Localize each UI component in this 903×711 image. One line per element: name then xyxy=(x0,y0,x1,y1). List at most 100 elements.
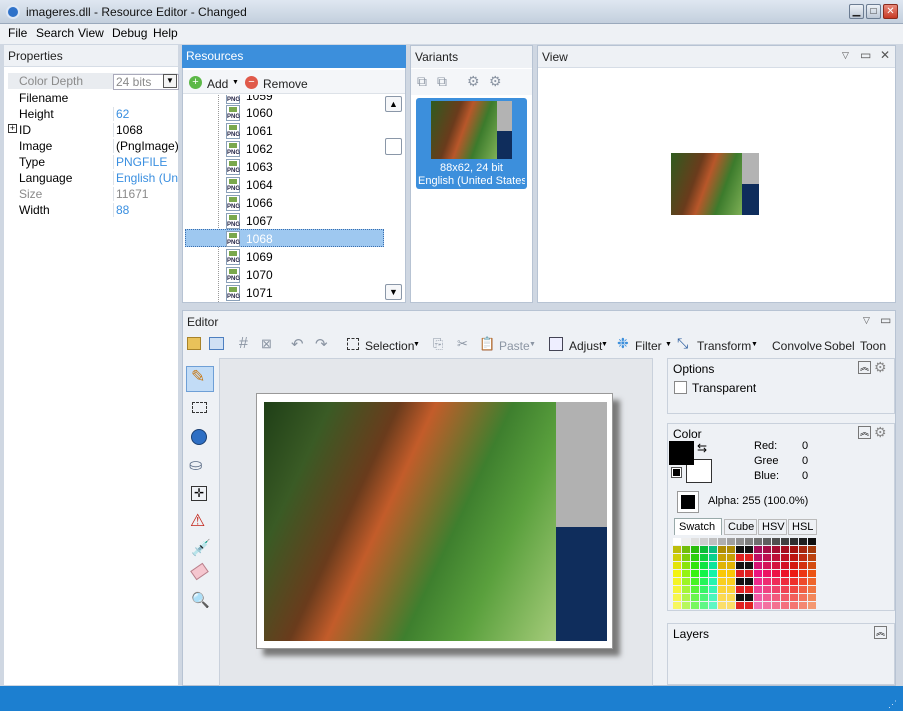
reset-colors-icon[interactable] xyxy=(671,467,682,478)
color-swatch[interactable] xyxy=(808,578,816,585)
color-swatch[interactable] xyxy=(790,602,798,609)
swap-colors-icon[interactable]: ⇆ xyxy=(697,441,707,455)
color-swatch[interactable] xyxy=(808,570,816,577)
color-swatch[interactable] xyxy=(790,570,798,577)
property-row-size[interactable]: Size 11671 xyxy=(8,186,178,202)
color-swatch[interactable] xyxy=(718,554,726,561)
scrollbar-thumb[interactable] xyxy=(385,138,402,155)
copy-to-icon[interactable] xyxy=(209,337,224,350)
color-swatch[interactable] xyxy=(691,538,699,545)
color-swatch[interactable] xyxy=(718,578,726,585)
list-item[interactable]: PNG 1063 xyxy=(226,158,384,176)
color-swatch[interactable] xyxy=(718,602,726,609)
close-panel-icon[interactable]: ✕ xyxy=(880,48,890,62)
color-swatch[interactable] xyxy=(727,562,735,569)
color-swatch[interactable] xyxy=(718,562,726,569)
property-row-color-depth[interactable]: Color Depth 24 bits ▼ xyxy=(8,73,179,90)
color-swatch[interactable] xyxy=(700,602,708,609)
rect-select-icon[interactable] xyxy=(192,402,207,413)
color-swatch[interactable] xyxy=(790,554,798,561)
color-swatch[interactable] xyxy=(709,594,717,601)
color-swatch[interactable] xyxy=(763,594,771,601)
color-swatch[interactable] xyxy=(799,594,807,601)
color-swatch[interactable] xyxy=(700,586,708,593)
color-swatch[interactable] xyxy=(772,538,780,545)
color-swatch[interactable] xyxy=(781,538,789,545)
color-swatch[interactable] xyxy=(799,570,807,577)
color-swatch[interactable] xyxy=(754,602,762,609)
variant-item[interactable]: 88x62, 24 bit English (United States) xyxy=(416,98,527,189)
color-swatch[interactable] xyxy=(673,546,681,553)
color-swatch[interactable] xyxy=(673,602,681,609)
color-swatch[interactable] xyxy=(691,586,699,593)
color-swatch[interactable] xyxy=(772,546,780,553)
undo-icon[interactable]: ↶ xyxy=(291,335,304,353)
chevron-down-icon[interactable]: ▽ xyxy=(842,50,849,61)
color-swatch[interactable] xyxy=(709,586,717,593)
toon-button[interactable]: Toon xyxy=(860,339,886,353)
color-swatch[interactable] xyxy=(673,562,681,569)
color-swatch[interactable] xyxy=(727,578,735,585)
color-swatch[interactable] xyxy=(700,570,708,577)
color-swatch[interactable] xyxy=(772,554,780,561)
chevron-down-icon[interactable]: ▼ xyxy=(751,341,758,348)
color-swatch[interactable] xyxy=(682,562,690,569)
canvas-area[interactable] xyxy=(219,358,653,686)
color-swatch[interactable] xyxy=(727,554,735,561)
color-swatch[interactable] xyxy=(745,554,753,561)
color-swatch[interactable] xyxy=(727,586,735,593)
pencil-icon[interactable]: ✎ xyxy=(191,367,205,387)
property-row-id[interactable]: + ID 1068 xyxy=(8,122,178,138)
expand-icon[interactable]: + xyxy=(8,124,17,133)
transform-button[interactable]: Transform xyxy=(697,339,751,353)
copy-icon[interactable]: ⎘ xyxy=(433,336,443,352)
property-row-language[interactable]: Language English (United States) xyxy=(8,170,178,186)
color-swatch[interactable] xyxy=(682,538,690,545)
eyedropper-icon[interactable]: 💉 xyxy=(191,538,211,558)
color-swatch[interactable] xyxy=(745,562,753,569)
color-swatch[interactable] xyxy=(709,554,717,561)
color-swatch[interactable] xyxy=(673,554,681,561)
chevron-down-icon[interactable]: ▼ xyxy=(665,341,672,348)
gear-icon[interactable]: ⚙ xyxy=(874,424,887,441)
color-swatch[interactable] xyxy=(772,578,780,585)
cut-icon[interactable]: ✂ xyxy=(457,336,468,352)
filter-button[interactable]: Filter xyxy=(635,339,662,353)
chevron-down-icon[interactable]: ▼ xyxy=(163,74,177,88)
color-swatch[interactable] xyxy=(691,562,699,569)
color-swatch[interactable] xyxy=(808,546,816,553)
color-swatch[interactable] xyxy=(790,562,798,569)
scroll-up-button[interactable]: ▲ xyxy=(385,96,402,112)
color-swatch[interactable] xyxy=(763,602,771,609)
paste-icon[interactable]: 📋 xyxy=(479,336,495,352)
collapse-icon[interactable]: ︽ xyxy=(858,361,871,374)
color-swatch[interactable] xyxy=(736,578,744,585)
list-item[interactable]: PNG 1070 xyxy=(226,266,384,284)
swatch-grid[interactable] xyxy=(673,538,823,610)
chevron-down-icon[interactable]: ▼ xyxy=(413,341,420,348)
list-item-selected[interactable]: PNG 1068 xyxy=(226,230,384,248)
close-button[interactable]: ✕ xyxy=(883,4,898,19)
convolve-button[interactable]: Convolve xyxy=(772,339,822,353)
color-swatch[interactable] xyxy=(718,538,726,545)
export-variant-icon[interactable]: ⚙ xyxy=(489,73,502,90)
color-swatch[interactable] xyxy=(682,554,690,561)
color-swatch[interactable] xyxy=(736,594,744,601)
menu-help[interactable]: Help xyxy=(150,26,181,40)
color-swatch[interactable] xyxy=(709,578,717,585)
menu-debug[interactable]: Debug xyxy=(109,26,150,40)
zoom-icon[interactable]: 🔍 xyxy=(191,591,210,609)
color-swatch[interactable] xyxy=(790,538,798,545)
color-swatch[interactable] xyxy=(727,538,735,545)
color-swatch[interactable] xyxy=(763,546,771,553)
color-swatch[interactable] xyxy=(808,562,816,569)
color-swatch[interactable] xyxy=(781,594,789,601)
color-swatch[interactable] xyxy=(745,570,753,577)
color-swatch[interactable] xyxy=(772,586,780,593)
move-icon[interactable]: ✛ xyxy=(191,486,207,501)
color-swatch[interactable] xyxy=(682,578,690,585)
color-swatch[interactable] xyxy=(745,538,753,545)
color-swatch[interactable] xyxy=(808,554,816,561)
color-swatch[interactable] xyxy=(790,546,798,553)
color-swatch[interactable] xyxy=(781,554,789,561)
